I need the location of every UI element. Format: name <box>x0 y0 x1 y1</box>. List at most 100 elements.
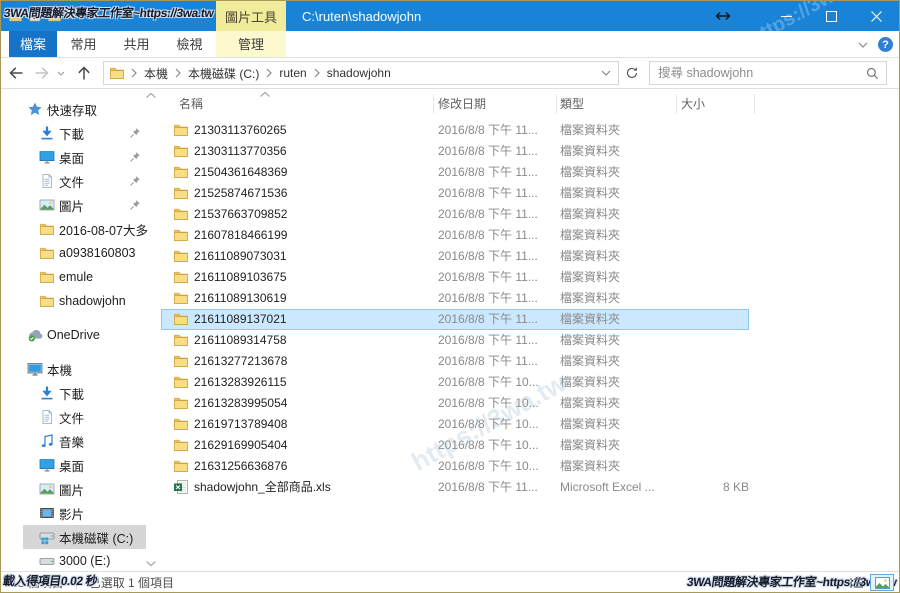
file-row[interactable]: 216110891036752016/8/8 下午 11...檔案資料夾 <box>161 267 749 288</box>
column-divider[interactable] <box>556 94 557 114</box>
ribbon-right-controls: ? <box>858 31 893 58</box>
file-row[interactable]: 216132839950542016/8/8 下午 10...檔案資料夾 <box>161 393 749 414</box>
sidebar-item-label: 桌面 <box>59 456 159 475</box>
column-header-date[interactable]: 修改日期 <box>438 91 486 117</box>
sidebar-item[interactable]: 桌面 <box>1 145 161 169</box>
column-header-size[interactable]: 大小 <box>681 91 705 117</box>
sidebar-item[interactable]: 本機磁碟 (C:) <box>23 525 146 549</box>
breadcrumb-item[interactable]: 本機 <box>141 63 171 84</box>
sidebar-item[interactable]: 文件 <box>1 169 161 193</box>
file-row[interactable]: 215258746715362016/8/8 下午 11...檔案資料夾 <box>161 183 749 204</box>
file-row[interactable]: 213031137703562016/8/8 下午 11...檔案資料夾 <box>161 141 749 162</box>
sidebar-item[interactable]: 3000 (E:) <box>1 549 161 571</box>
file-date: 2016/8/8 下午 11... <box>438 204 538 225</box>
file-type: 檔案資料夾 <box>560 435 620 456</box>
file-date: 2016/8/8 下午 11... <box>438 288 538 309</box>
qat-customize-chevron-icon[interactable] <box>68 13 78 19</box>
file-type: Microsoft Excel ... <box>560 477 655 498</box>
qat-folder-icon[interactable] <box>9 11 22 22</box>
file-row[interactable]: 216078184661992016/8/8 下午 11...檔案資料夾 <box>161 225 749 246</box>
sidebar-item[interactable]: OneDrive <box>1 323 161 347</box>
help-icon[interactable]: ? <box>878 37 893 52</box>
file-row[interactable]: 213031137602652016/8/8 下午 11...檔案資料夾 <box>161 120 749 141</box>
qat-properties-icon[interactable] <box>29 10 41 22</box>
sidebar-item-label: 本機 <box>47 360 159 379</box>
forward-button[interactable] <box>31 65 53 81</box>
sidebar-item[interactable]: 圖片 <box>1 477 161 501</box>
ribbon-tab-4[interactable]: 管理 <box>216 31 286 57</box>
resize-arrows-icon <box>706 1 740 31</box>
breadcrumb-item[interactable]: shadowjohn <box>324 64 394 82</box>
recent-locations-chevron-icon[interactable] <box>53 71 69 76</box>
file-size: 8 KB <box>661 477 749 498</box>
sidebar-item[interactable]: a0938160803 <box>1 241 161 265</box>
breadcrumb-item[interactable]: ruten <box>276 64 309 82</box>
file-name: 21613283995054 <box>194 393 287 414</box>
column-header-name[interactable]: 名稱 <box>179 91 203 117</box>
sidebar-items: 快速存取下載桌面文件圖片2016-08-07大多a0938160803emule… <box>1 97 161 571</box>
sidebar-item[interactable]: shadowjohn <box>1 289 161 313</box>
ribbon-tab-2[interactable]: 共用 <box>110 31 163 57</box>
refresh-icon[interactable] <box>619 66 645 80</box>
thumbnails-view-button[interactable] <box>870 574 894 591</box>
up-button[interactable] <box>69 65 99 81</box>
sidebar-item-label: 桌面 <box>59 148 127 167</box>
ribbon-collapse-chevron-icon[interactable] <box>858 42 868 48</box>
sidebar-scroll-down-icon[interactable] <box>145 560 157 567</box>
column-header-type[interactable]: 類型 <box>560 91 584 117</box>
file-name: 21537663709852 <box>194 204 287 225</box>
sidebar-item[interactable]: 本機 <box>1 357 161 381</box>
search-input[interactable] <box>650 62 886 84</box>
sidebar-item[interactable]: emule <box>1 265 161 289</box>
file-row[interactable]: 216132772136782016/8/8 下午 11...檔案資料夾 <box>161 351 749 372</box>
column-divider[interactable] <box>754 94 755 114</box>
file-row[interactable]: 216110891370212016/8/8 下午 11...檔案資料夾 <box>161 309 749 330</box>
sidebar-item[interactable]: 2016-08-07大多 <box>1 217 161 241</box>
sidebar-item[interactable]: 快速存取 <box>1 97 161 121</box>
close-button[interactable] <box>854 1 899 31</box>
file-row[interactable]: 215376637098522016/8/8 下午 11...檔案資料夾 <box>161 204 749 225</box>
file-date: 2016/8/8 下午 10... <box>438 414 539 435</box>
file-row[interactable]: 216197137894082016/8/8 下午 10...檔案資料夾 <box>161 414 749 435</box>
sidebar-item[interactable]: 文件 <box>1 405 161 429</box>
ribbon-tab-1[interactable]: 常用 <box>57 31 110 57</box>
title-bar: https://3wa.tw 圖片工具 C:\ruten\shadowjohn … <box>1 1 899 31</box>
file-date: 2016/8/8 下午 10... <box>438 435 539 456</box>
column-divider[interactable] <box>676 94 677 114</box>
sidebar-item[interactable]: 圖片 <box>1 193 161 217</box>
sidebar-item[interactable]: 桌面 <box>1 453 161 477</box>
file-row[interactable]: 216132839261152016/8/8 下午 10...檔案資料夾 <box>161 372 749 393</box>
ribbon-tab-0[interactable]: 檔案 <box>9 31 57 57</box>
file-row[interactable]: 216110893147582016/8/8 下午 11...檔案資料夾 <box>161 330 749 351</box>
sidebar-item[interactable]: 下載 <box>1 381 161 405</box>
file-name: 21629169905404 <box>194 435 287 456</box>
folder-icon <box>173 248 189 264</box>
file-row[interactable]: 21629169905404 2016/8/8 下午 10... 檔案資料夾 <box>161 435 749 456</box>
details-view-button[interactable] <box>844 574 868 591</box>
maximize-button[interactable] <box>809 1 854 31</box>
this-pc-icon <box>27 361 47 377</box>
qat-new-folder-icon[interactable] <box>48 11 61 22</box>
file-row[interactable]: 216312566368762016/8/8 下午 10...檔案資料夾 <box>161 456 749 477</box>
address-bar[interactable]: 本機本機磁碟 (C:) ruten shadowjohn <box>103 61 619 85</box>
breadcrumb-item[interactable]: 本機磁碟 (C:) <box>185 63 262 84</box>
picture-tools-tab[interactable]: 圖片工具 <box>216 1 286 31</box>
sidebar-item[interactable]: 下載 <box>1 121 161 145</box>
column-divider[interactable] <box>433 94 434 114</box>
download-icon <box>39 125 59 141</box>
ribbon-tab-3[interactable]: 檢視 <box>163 31 216 57</box>
address-dropdown-chevron-icon[interactable] <box>596 70 616 76</box>
minimize-button[interactable] <box>764 1 809 31</box>
file-row[interactable]: 216110891306192016/8/8 下午 11...檔案資料夾 <box>161 288 749 309</box>
file-row[interactable]: 215043616483692016/8/8 下午 11...檔案資料夾 <box>161 162 749 183</box>
file-type: 檔案資料夾 <box>560 267 620 288</box>
sidebar-item[interactable]: 影片 <box>1 501 161 525</box>
sidebar-scroll-up-icon[interactable] <box>145 92 157 99</box>
file-row[interactable]: shadowjohn_全部商品.xls2016/8/8 下午 11...Micr… <box>161 477 749 498</box>
back-button[interactable] <box>1 65 31 81</box>
file-row[interactable]: 216110890730312016/8/8 下午 11...檔案資料夾 <box>161 246 749 267</box>
sidebar-item-label: 3000 (E:) <box>59 554 159 568</box>
excel-icon <box>173 479 189 495</box>
sidebar-item[interactable]: 音樂 <box>1 429 161 453</box>
file-date: 2016/8/8 下午 11... <box>438 330 538 351</box>
